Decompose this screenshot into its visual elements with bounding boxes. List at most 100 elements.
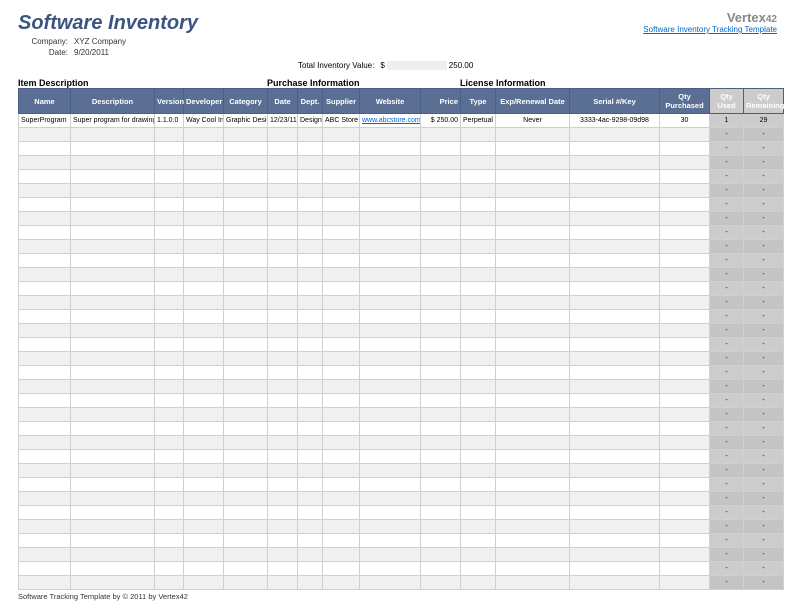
cell[interactable] [421, 226, 461, 240]
cell[interactable] [19, 128, 71, 142]
cell[interactable]: - [744, 408, 784, 422]
cell[interactable]: - [744, 296, 784, 310]
cell[interactable] [268, 282, 298, 296]
cell[interactable] [71, 198, 155, 212]
table-row[interactable]: -- [19, 520, 784, 534]
cell[interactable] [570, 128, 660, 142]
cell[interactable] [298, 422, 323, 436]
cell[interactable] [461, 338, 496, 352]
cell[interactable] [496, 282, 570, 296]
cell[interactable] [184, 282, 224, 296]
cell[interactable] [155, 576, 184, 590]
cell[interactable] [323, 478, 360, 492]
cell[interactable] [360, 338, 421, 352]
cell[interactable]: - [710, 324, 744, 338]
table-row[interactable]: -- [19, 534, 784, 548]
cell[interactable]: - [744, 548, 784, 562]
table-row[interactable]: -- [19, 212, 784, 226]
cell[interactable] [461, 184, 496, 198]
cell[interactable] [155, 492, 184, 506]
cell[interactable] [155, 534, 184, 548]
cell[interactable]: - [710, 436, 744, 450]
cell[interactable]: - [710, 184, 744, 198]
table-row[interactable]: -- [19, 142, 784, 156]
cell[interactable] [155, 268, 184, 282]
cell[interactable] [570, 296, 660, 310]
cell[interactable] [421, 366, 461, 380]
cell[interactable] [660, 352, 710, 366]
cell[interactable] [496, 366, 570, 380]
cell[interactable] [19, 352, 71, 366]
cell[interactable] [461, 422, 496, 436]
cell[interactable] [298, 576, 323, 590]
cell[interactable] [19, 436, 71, 450]
cell[interactable]: - [744, 254, 784, 268]
cell[interactable] [421, 296, 461, 310]
cell[interactable] [570, 576, 660, 590]
cell[interactable] [360, 212, 421, 226]
cell[interactable]: - [744, 240, 784, 254]
cell[interactable] [360, 254, 421, 268]
cell[interactable] [224, 254, 268, 268]
cell[interactable] [268, 254, 298, 268]
cell[interactable] [155, 394, 184, 408]
cell[interactable] [19, 170, 71, 184]
cell[interactable] [360, 184, 421, 198]
cell[interactable]: - [744, 464, 784, 478]
cell[interactable] [268, 408, 298, 422]
cell[interactable] [360, 240, 421, 254]
cell[interactable] [496, 226, 570, 240]
table-row[interactable]: -- [19, 562, 784, 576]
cell[interactable] [323, 226, 360, 240]
cell[interactable] [224, 394, 268, 408]
cell[interactable] [268, 394, 298, 408]
cell[interactable] [184, 478, 224, 492]
cell[interactable] [461, 478, 496, 492]
cell[interactable] [298, 198, 323, 212]
cell[interactable] [298, 380, 323, 394]
cell[interactable] [660, 338, 710, 352]
cell[interactable] [660, 520, 710, 534]
table-row[interactable]: -- [19, 338, 784, 352]
cell[interactable] [360, 324, 421, 338]
cell[interactable] [155, 478, 184, 492]
cell[interactable] [19, 198, 71, 212]
cell[interactable] [323, 240, 360, 254]
cell[interactable] [421, 548, 461, 562]
cell[interactable] [570, 268, 660, 282]
cell[interactable] [360, 268, 421, 282]
cell[interactable] [184, 576, 224, 590]
cell[interactable] [71, 394, 155, 408]
cell[interactable] [268, 520, 298, 534]
cell[interactable] [268, 422, 298, 436]
cell[interactable] [224, 506, 268, 520]
cell[interactable] [71, 142, 155, 156]
cell[interactable] [224, 240, 268, 254]
cell[interactable] [71, 170, 155, 184]
cell[interactable] [268, 464, 298, 478]
website-link[interactable]: www.abcstore.com [362, 117, 421, 124]
cell[interactable] [360, 492, 421, 506]
cell[interactable] [570, 534, 660, 548]
table-row[interactable]: -- [19, 548, 784, 562]
cell[interactable] [224, 156, 268, 170]
cell[interactable] [224, 310, 268, 324]
cell[interactable] [298, 436, 323, 450]
cell[interactable]: - [710, 338, 744, 352]
cell[interactable] [224, 142, 268, 156]
cell[interactable] [298, 338, 323, 352]
cell[interactable] [298, 394, 323, 408]
cell[interactable]: - [710, 492, 744, 506]
cell[interactable] [19, 282, 71, 296]
cell[interactable] [323, 338, 360, 352]
cell[interactable] [496, 562, 570, 576]
cell[interactable] [660, 240, 710, 254]
cell[interactable] [570, 520, 660, 534]
cell[interactable] [570, 394, 660, 408]
cell[interactable] [421, 576, 461, 590]
cell[interactable] [660, 506, 710, 520]
cell[interactable] [298, 548, 323, 562]
cell[interactable] [71, 520, 155, 534]
cell[interactable]: - [710, 254, 744, 268]
cell[interactable] [323, 324, 360, 338]
